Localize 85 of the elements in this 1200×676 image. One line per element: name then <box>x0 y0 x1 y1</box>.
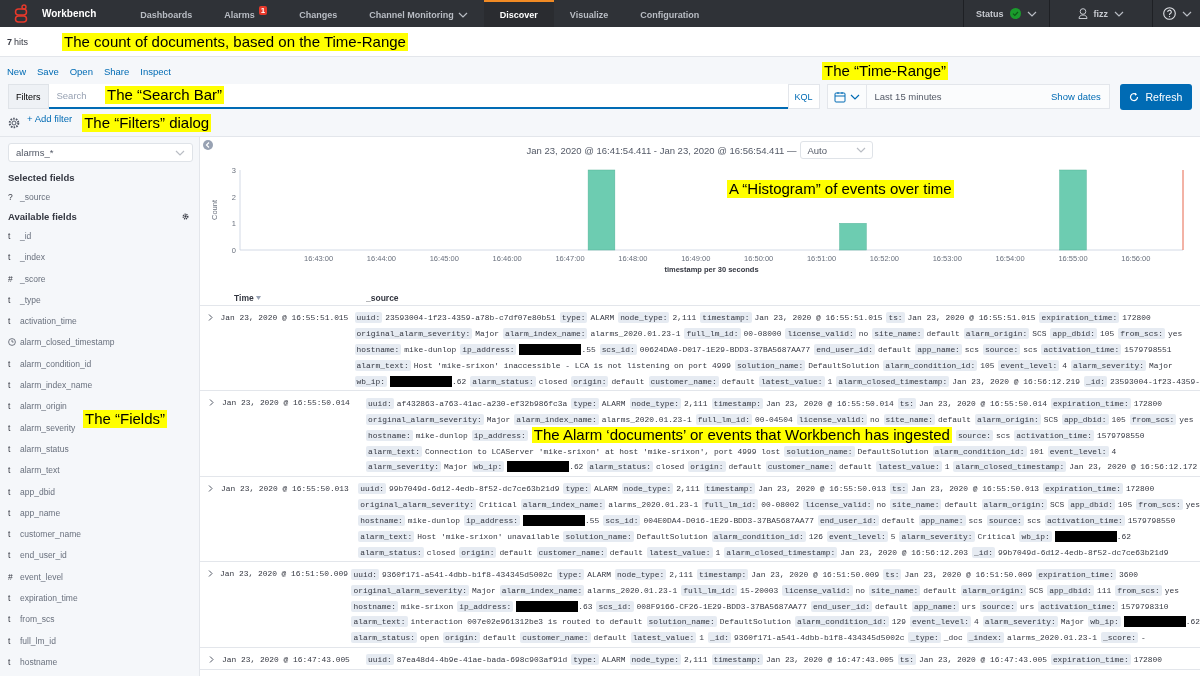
section-title: Selected fields <box>8 171 75 183</box>
chevron-icon <box>1114 10 1124 17</box>
chevron-icon <box>849 93 860 100</box>
menu-link[interactable]: Inspect <box>140 65 171 77</box>
field-item[interactable]: t hostname <box>8 651 58 673</box>
expand-icon[interactable] <box>208 655 214 663</box>
help-icon <box>1163 7 1176 20</box>
field-item[interactable]: t alarm_severity <box>8 416 76 439</box>
interval-select[interactable]: Auto <box>800 141 874 159</box>
hits-label: hits <box>14 36 29 47</box>
refresh-button[interactable]: Refresh <box>1119 83 1192 110</box>
user-icon <box>1077 8 1088 19</box>
nav-tab[interactable]: Discover <box>483 0 554 27</box>
menu-link[interactable]: Save <box>37 65 59 77</box>
field-item[interactable]: # event_level <box>8 566 63 588</box>
hits-count: 7 <box>7 36 12 47</box>
annotation: The “Search Bar” <box>105 86 225 104</box>
column-header[interactable]: _source <box>366 293 399 303</box>
field-item[interactable]: alarm_closed_timestamp <box>8 331 115 354</box>
add-filter-link[interactable]: + Add filter <box>27 112 73 124</box>
filters-button[interactable]: Filters <box>8 84 49 109</box>
field-item[interactable]: t alarm_text <box>8 459 60 481</box>
histogram-bar[interactable] <box>1059 169 1087 251</box>
chevron-icon <box>1182 10 1192 17</box>
field-item[interactable]: t app_dbid <box>8 480 55 503</box>
field-item[interactable]: t end_user_id <box>8 544 67 567</box>
field-item[interactable]: t full_lm_id <box>8 629 56 652</box>
field-item[interactable]: t _index <box>8 246 46 268</box>
show-dates-link[interactable]: Show dates <box>1051 91 1101 102</box>
nav-tab[interactable]: Channel Monitoring <box>353 0 484 27</box>
nav-tab[interactable]: Visualize <box>553 0 625 27</box>
field-item[interactable]: t activation_time <box>8 310 77 332</box>
expand-icon[interactable] <box>208 399 214 407</box>
chevron-icon <box>175 149 185 156</box>
refresh-icon <box>1129 91 1140 102</box>
annotation: The Alarm ‘documents’ or events that Workbench has ingested <box>531 427 952 444</box>
sort-icon[interactable] <box>255 296 261 300</box>
field-item[interactable]: t alarm_condition_id <box>8 353 92 375</box>
settings-icon[interactable] <box>182 212 189 220</box>
time-range-text[interactable]: Last 15 minutes <box>866 91 942 102</box>
alert-badge: 1 <box>258 6 268 15</box>
query-language-button[interactable]: KQL <box>787 84 820 109</box>
menu-link[interactable]: Open <box>69 65 93 77</box>
annotation: The “Time-Range” <box>822 62 948 80</box>
nav-tab[interactable]: Changes <box>283 0 354 27</box>
section-title: Available fields <box>8 210 77 222</box>
nav-tab[interactable]: Dashboards <box>124 0 209 27</box>
field-item[interactable]: t alarm_origin <box>8 395 67 417</box>
nav-tab[interactable]: Configuration <box>624 0 716 27</box>
field-item[interactable]: t alarm_status <box>8 438 69 460</box>
chevron-icon <box>856 147 867 153</box>
field-item[interactable]: t _id <box>8 225 32 247</box>
expand-icon[interactable] <box>208 484 213 492</box>
time-range-label: Jan 23, 2020 @ 16:41:54.411 - Jan 23, 2020 @ 16:56:54.411 — <box>526 144 797 156</box>
status-menu[interactable]: Status <box>963 0 1049 27</box>
menu-link[interactable]: New <box>7 65 26 77</box>
field-item[interactable]: t alarm_index_name <box>8 374 93 396</box>
app-title: Workbench <box>42 8 97 19</box>
histogram-bar[interactable] <box>587 169 616 251</box>
field-item[interactable]: t app_name <box>8 502 61 524</box>
annotation: The count of documents, based on the Time-Range <box>62 32 408 51</box>
field-item[interactable]: t _type <box>8 289 41 311</box>
calendar-icon <box>833 90 846 103</box>
field-item[interactable]: # _score <box>8 267 46 290</box>
annotation: The “Fields” <box>83 410 168 428</box>
collapse-icon[interactable] <box>203 140 213 150</box>
field-item[interactable]: t from_scs <box>8 608 55 630</box>
histogram-bar[interactable] <box>839 223 867 251</box>
annotation: The “Filters” dialog <box>82 114 212 132</box>
menu-link[interactable]: Share <box>103 65 130 77</box>
nav-tab[interactable]: Alarms 1 <box>208 0 284 27</box>
chevron-icon <box>457 11 468 18</box>
chevron-icon <box>1026 10 1037 17</box>
field-item[interactable]: t customer_name <box>8 523 81 545</box>
column-header[interactable]: Time <box>234 293 254 303</box>
annotation: A “Histogram” of events over time <box>727 180 954 198</box>
expand-icon[interactable] <box>207 314 213 321</box>
logo-icon <box>14 3 28 24</box>
field-item[interactable]: t expiration_time <box>8 587 78 609</box>
field-item[interactable]: ? _source <box>8 186 51 208</box>
index-pattern-select[interactable]: alarms_* <box>8 143 193 162</box>
expand-icon[interactable] <box>207 570 213 578</box>
settings-icon[interactable] <box>8 117 20 129</box>
user-menu[interactable]: fizz <box>1048 0 1152 27</box>
clock-icon <box>8 338 16 347</box>
